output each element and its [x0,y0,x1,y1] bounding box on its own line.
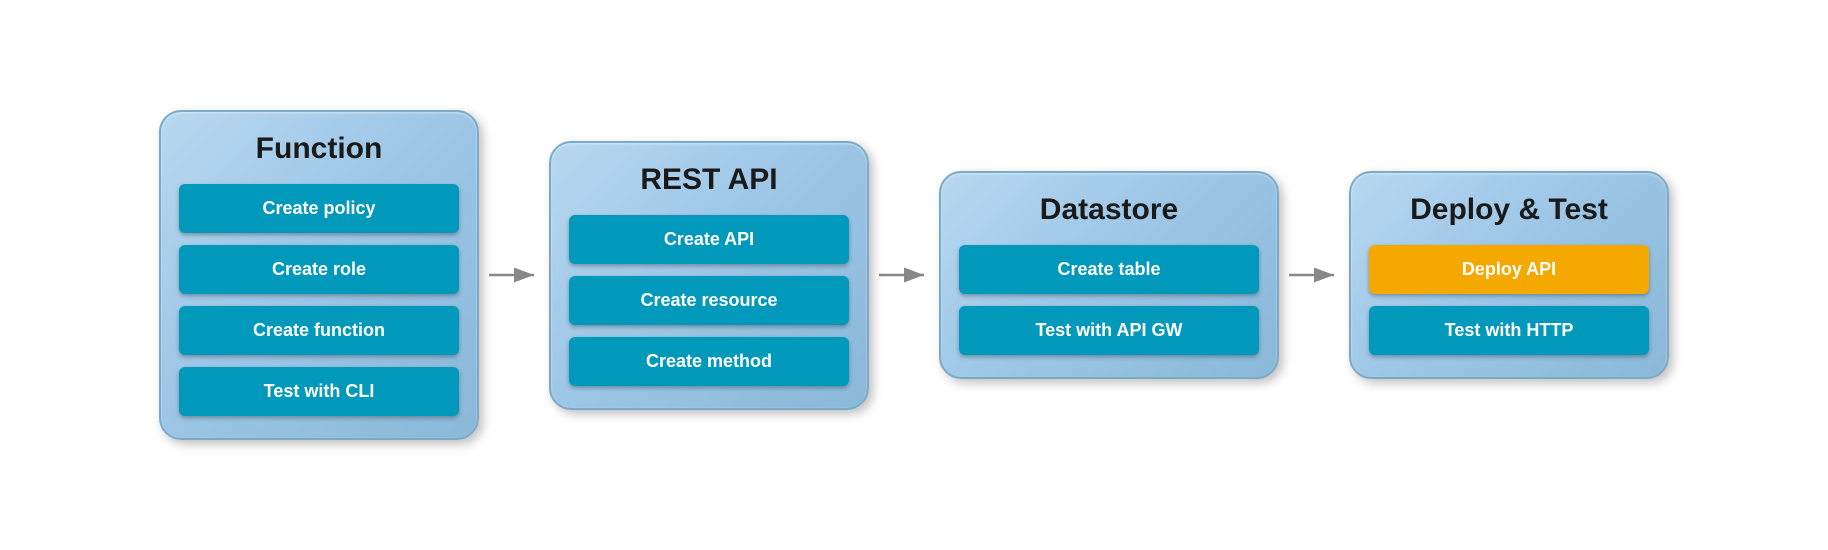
arrow-1 [479,255,549,295]
btn-create-resource[interactable]: Create resource [569,276,849,325]
panel-rest-api-title: REST API [640,163,777,197]
btn-create-role[interactable]: Create role [179,245,459,294]
panel-rest-api: REST API Create API Create resource Crea… [549,141,869,410]
arrow-3 [1279,255,1349,295]
panel-deploy-test-title: Deploy & Test [1410,193,1608,227]
diagram: Function Create policy Create role Creat… [119,90,1709,460]
btn-deploy-api[interactable]: Deploy API [1369,245,1649,294]
btn-test-with-cli[interactable]: Test with CLI [179,367,459,416]
btn-test-with-api-gw[interactable]: Test with API GW [959,306,1259,355]
panel-deploy-test: Deploy & Test Deploy API Test with HTTP [1349,171,1669,379]
btn-test-with-http[interactable]: Test with HTTP [1369,306,1649,355]
btn-create-api[interactable]: Create API [569,215,849,264]
btn-create-method[interactable]: Create method [569,337,849,386]
panel-function: Function Create policy Create role Creat… [159,110,479,440]
btn-create-policy[interactable]: Create policy [179,184,459,233]
btn-create-table[interactable]: Create table [959,245,1259,294]
panel-datastore-title: Datastore [1040,193,1178,227]
panel-datastore: Datastore Create table Test with API GW [939,171,1279,379]
arrow-2 [869,255,939,295]
panel-function-title: Function [256,132,383,166]
btn-create-function[interactable]: Create function [179,306,459,355]
